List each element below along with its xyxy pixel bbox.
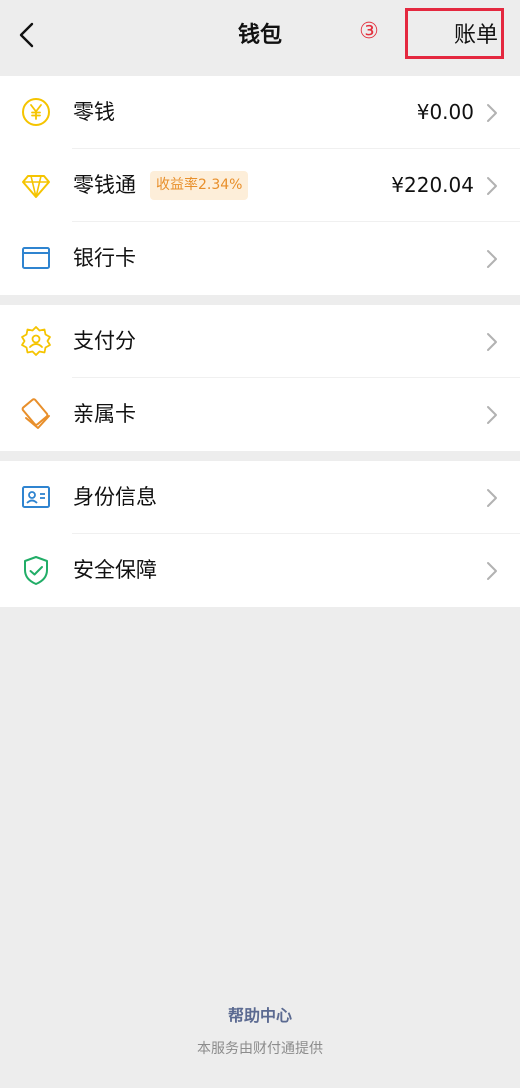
chevron-right-icon xyxy=(487,104,497,122)
family-card-icon xyxy=(21,398,50,429)
balance-amount: ¥0.00 xyxy=(416,100,474,124)
bank-card-icon xyxy=(22,247,50,269)
id-card-icon xyxy=(22,486,50,508)
list-item-identity-info[interactable]: 身份信息 xyxy=(0,461,520,534)
account-security-group: 身份信息 安全保障 xyxy=(0,461,520,607)
list-item-label: 支付分 xyxy=(73,329,136,353)
shield-check-icon xyxy=(24,556,48,585)
help-center-link[interactable]: 帮助中心 xyxy=(0,1002,520,1026)
list-item-family-card[interactable]: 亲属卡 xyxy=(0,378,520,451)
chevron-right-icon xyxy=(487,562,497,580)
yield-rate-badge: 收益率2.34% xyxy=(150,171,249,200)
list-item-label: 亲属卡 xyxy=(73,402,136,426)
wallet-balance-group: 零钱 ¥0.00 零钱通 收益率2.34% ¥220.04 银行卡 xyxy=(0,76,520,295)
diamond-icon xyxy=(22,175,50,198)
list-item-bank-card[interactable]: 银行卡 xyxy=(0,222,520,295)
list-item-security[interactable]: 安全保障 xyxy=(0,534,520,607)
chevron-right-icon xyxy=(487,333,497,351)
list-item-change[interactable]: 零钱 ¥0.00 xyxy=(0,76,520,149)
list-item-lingqiantong[interactable]: 零钱通 收益率2.34% ¥220.04 xyxy=(0,149,520,222)
list-item-label: 身份信息 xyxy=(73,485,157,509)
list-item-label: 零钱 xyxy=(73,100,115,124)
payment-services-group: 支付分 亲属卡 xyxy=(0,305,520,451)
list-item-payment-score[interactable]: 支付分 xyxy=(0,305,520,378)
credit-score-badge-icon xyxy=(21,326,51,356)
list-item-label: 零钱通 xyxy=(73,173,136,197)
chevron-right-icon xyxy=(487,177,497,195)
chevron-right-icon xyxy=(487,250,497,268)
chevron-right-icon xyxy=(487,489,497,507)
balance-amount: ¥220.04 xyxy=(391,173,474,197)
list-item-label: 银行卡 xyxy=(73,246,136,270)
chevron-right-icon xyxy=(487,406,497,424)
provider-note: 本服务由财付通提供 xyxy=(197,1041,323,1057)
top-navigation-bar: 钱包 ③ 账单 xyxy=(0,0,520,72)
coin-yen-icon xyxy=(22,98,50,126)
bill-button[interactable]: 账单 xyxy=(454,20,498,52)
list-item-label: 安全保障 xyxy=(73,558,157,582)
step-marker: ③ xyxy=(359,19,379,44)
